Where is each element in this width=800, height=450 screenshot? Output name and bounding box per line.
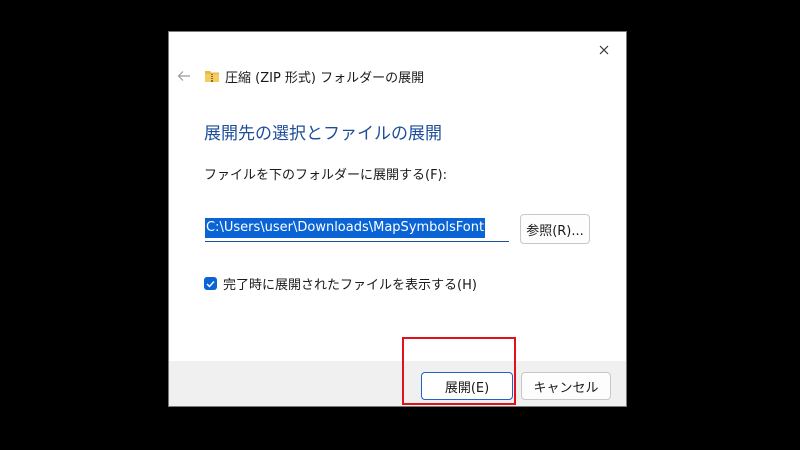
close-button[interactable]: [590, 36, 618, 62]
page-heading: 展開先の選択とファイルの展開: [204, 124, 442, 144]
browse-button[interactable]: 参照(R)...: [520, 214, 590, 244]
zip-folder-icon: [204, 69, 220, 83]
title-bar: 圧縮 (ZIP 形式) フォルダーの展開: [177, 64, 424, 88]
checkmark-icon: [206, 280, 215, 288]
path-selected-text: C:\Users\user\Downloads\MapSymbolsFont: [205, 217, 486, 238]
cancel-button[interactable]: キャンセル: [521, 372, 611, 400]
close-icon: [599, 40, 609, 59]
back-arrow-icon[interactable]: [177, 70, 197, 82]
extract-dialog: 圧縮 (ZIP 形式) フォルダーの展開 展開先の選択とファイルの展開 ファイル…: [168, 31, 627, 407]
highlight-annotation: [402, 337, 516, 405]
show-files-checkbox[interactable]: [204, 277, 217, 290]
show-files-label: 完了時に展開されたファイルを表示する(H): [223, 278, 477, 293]
destination-path-input[interactable]: C:\Users\user\Downloads\MapSymbolsFont: [205, 214, 509, 242]
show-files-option[interactable]: 完了時に展開されたファイルを表示する(H): [204, 274, 477, 293]
destination-label: ファイルを下のフォルダーに展開する(F):: [204, 168, 448, 183]
window-title: 圧縮 (ZIP 形式) フォルダーの展開: [225, 70, 425, 86]
